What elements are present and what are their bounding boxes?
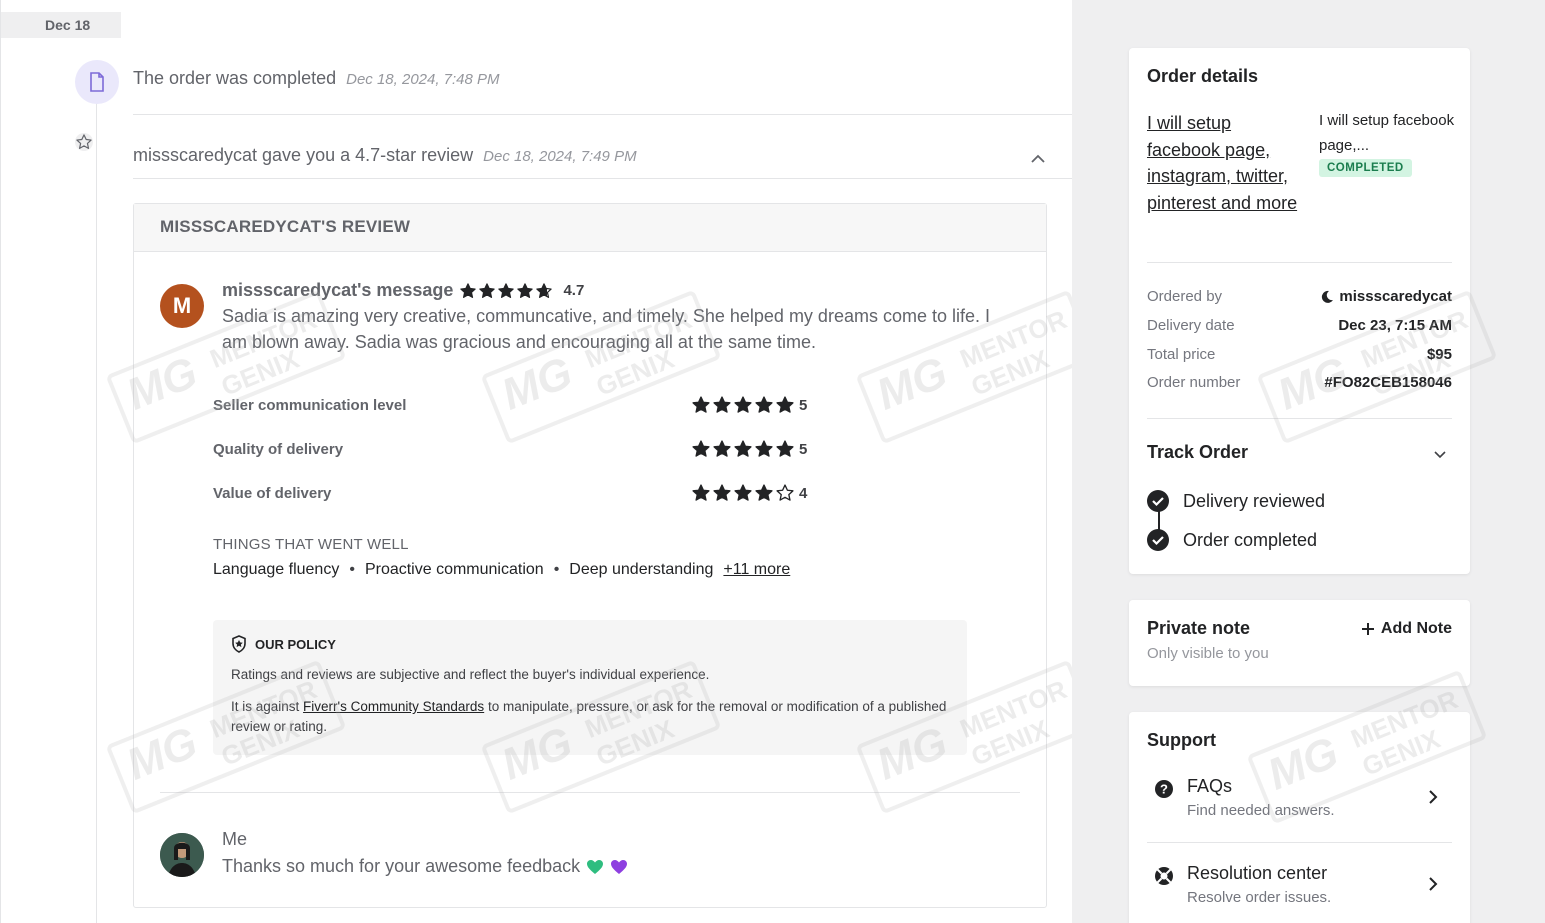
total-price-row: Total price $95 bbox=[1147, 346, 1452, 363]
resolution-center-item[interactable]: Resolution center Resolve order issues. bbox=[1147, 863, 1452, 923]
green-heart-icon bbox=[587, 859, 604, 874]
star-icon bbox=[713, 440, 731, 457]
purple-heart-icon bbox=[611, 859, 628, 874]
date-chip: Dec 18 bbox=[1, 12, 121, 38]
check-circle-icon bbox=[1147, 529, 1169, 551]
criteria-row: Seller communication level 5 bbox=[213, 395, 808, 415]
order-details-title: Order details bbox=[1147, 66, 1259, 86]
divider bbox=[1147, 418, 1452, 419]
status-badge: COMPLETED bbox=[1319, 159, 1412, 177]
policy-box: OUR POLICY Ratings and reviews are subje… bbox=[213, 620, 967, 755]
order-timeline: Dec 18 The order was completed Dec 18, 20… bbox=[0, 0, 1097, 923]
chevron-right-icon bbox=[1429, 877, 1438, 891]
star-icon bbox=[713, 484, 731, 501]
divider bbox=[1147, 842, 1452, 843]
star-icon bbox=[692, 484, 710, 501]
review-message: missscaredycat's message 4.7 Sadia is am… bbox=[222, 280, 1002, 355]
star-icon bbox=[517, 282, 534, 298]
track-order-title[interactable]: Track Order bbox=[1147, 442, 1248, 463]
criteria-stars bbox=[691, 439, 795, 459]
chevron-up-icon[interactable] bbox=[1027, 148, 1049, 170]
chevron-down-icon[interactable] bbox=[1432, 446, 1448, 462]
star-icon bbox=[734, 396, 752, 413]
criteria-stars bbox=[691, 483, 795, 503]
support-title: Support bbox=[1147, 730, 1216, 750]
policy-line-1: Ratings and reviews are subjective and r… bbox=[231, 667, 710, 682]
gig-image-link[interactable]: I will setup facebook page, instagram, t… bbox=[1147, 110, 1307, 216]
reviewer-message-title: missscaredycat's message bbox=[222, 280, 454, 300]
divider bbox=[133, 178, 1073, 179]
order-sidebar: Order details I will setup facebook page… bbox=[1072, 0, 1545, 923]
divider bbox=[160, 792, 1020, 793]
star-icon bbox=[75, 133, 93, 151]
track-step: Delivery reviewed bbox=[1147, 490, 1325, 512]
criteria-row: Quality of delivery 5 bbox=[213, 439, 808, 459]
delivery-date-row: Delivery date Dec 23, 7:15 AM bbox=[1147, 317, 1452, 334]
buyer-link[interactable]: missscaredycat bbox=[1339, 288, 1452, 305]
svg-text:?: ? bbox=[1160, 782, 1168, 797]
track-step: Order completed bbox=[1147, 529, 1317, 551]
add-note-button[interactable]: Add Note bbox=[1361, 620, 1452, 638]
star-icon bbox=[776, 440, 794, 457]
faqs-item[interactable]: ? FAQs Find needed answers. bbox=[1147, 776, 1452, 836]
question-icon: ? bbox=[1155, 780, 1173, 798]
star-icon bbox=[776, 484, 794, 501]
went-well-title: THINGS THAT WENT WELL bbox=[213, 536, 409, 553]
order-details-panel: Order details I will setup facebook page… bbox=[1129, 48, 1470, 574]
went-well-list: Language fluency • Proactive communicatio… bbox=[213, 561, 791, 579]
ordered-by-row: Ordered by missscaredycat bbox=[1147, 288, 1452, 305]
star-icon bbox=[755, 484, 773, 501]
document-icon bbox=[75, 60, 119, 104]
star-icon bbox=[755, 396, 773, 413]
star-icon bbox=[692, 440, 710, 457]
star-icon bbox=[734, 484, 752, 501]
review-header: MISSSCAREDYCAT'S REVIEW bbox=[134, 204, 1046, 252]
star-icon bbox=[755, 440, 773, 457]
event-review: missscaredycat gave you a 4.7-star revie… bbox=[133, 145, 637, 165]
policy-line-2: It is against Fiverr's Community Standar… bbox=[231, 699, 947, 734]
divider bbox=[133, 114, 1073, 115]
review-text: Sadia is amazing very creative, communca… bbox=[222, 306, 990, 352]
moon-icon bbox=[1322, 290, 1334, 303]
star-icon bbox=[776, 396, 794, 413]
criteria-row: Value of delivery 4 bbox=[213, 483, 808, 503]
support-panel: Support ? FAQs Find needed answers. Reso… bbox=[1129, 712, 1470, 923]
gig-title: I will setup facebook page,... bbox=[1319, 112, 1455, 154]
star-icon bbox=[713, 396, 731, 413]
policy-title: OUR POLICY bbox=[255, 636, 336, 652]
step-connector bbox=[1158, 510, 1160, 530]
shield-icon bbox=[232, 635, 246, 653]
chevron-right-icon bbox=[1429, 790, 1438, 804]
order-number-row: Order number #FO82CEB158046 bbox=[1147, 374, 1452, 391]
divider bbox=[1147, 262, 1452, 263]
event-order-completed: The order was completed Dec 18, 2024, 7:4… bbox=[133, 68, 500, 88]
star-icon bbox=[536, 282, 553, 298]
avatar: M bbox=[160, 284, 204, 328]
review-card: MISSSCAREDYCAT'S REVIEW M missscaredycat… bbox=[133, 203, 1047, 908]
more-link[interactable]: +11 more bbox=[723, 561, 790, 579]
private-note-panel: Private note Only visible to you Add Not… bbox=[1129, 600, 1470, 686]
star-icon bbox=[498, 282, 515, 298]
check-circle-icon bbox=[1147, 490, 1169, 512]
avatar bbox=[160, 833, 204, 877]
star-icon bbox=[692, 396, 710, 413]
plus-icon bbox=[1361, 623, 1374, 635]
overall-rating: 4.7 bbox=[563, 282, 585, 299]
star-icon bbox=[479, 282, 496, 298]
star-icon bbox=[460, 282, 477, 298]
reply-message: Thanks so much for your awesome feedback bbox=[222, 856, 628, 877]
star-icon bbox=[734, 440, 752, 457]
community-standards-link[interactable]: Fiverr's Community Standards bbox=[303, 699, 484, 714]
reply-author: Me bbox=[222, 829, 248, 849]
criteria-stars bbox=[691, 395, 795, 415]
private-note-subtitle: Only visible to you bbox=[1147, 645, 1269, 662]
timeline-line bbox=[96, 100, 97, 923]
lifebuoy-icon bbox=[1155, 867, 1173, 885]
overall-stars bbox=[459, 282, 553, 300]
